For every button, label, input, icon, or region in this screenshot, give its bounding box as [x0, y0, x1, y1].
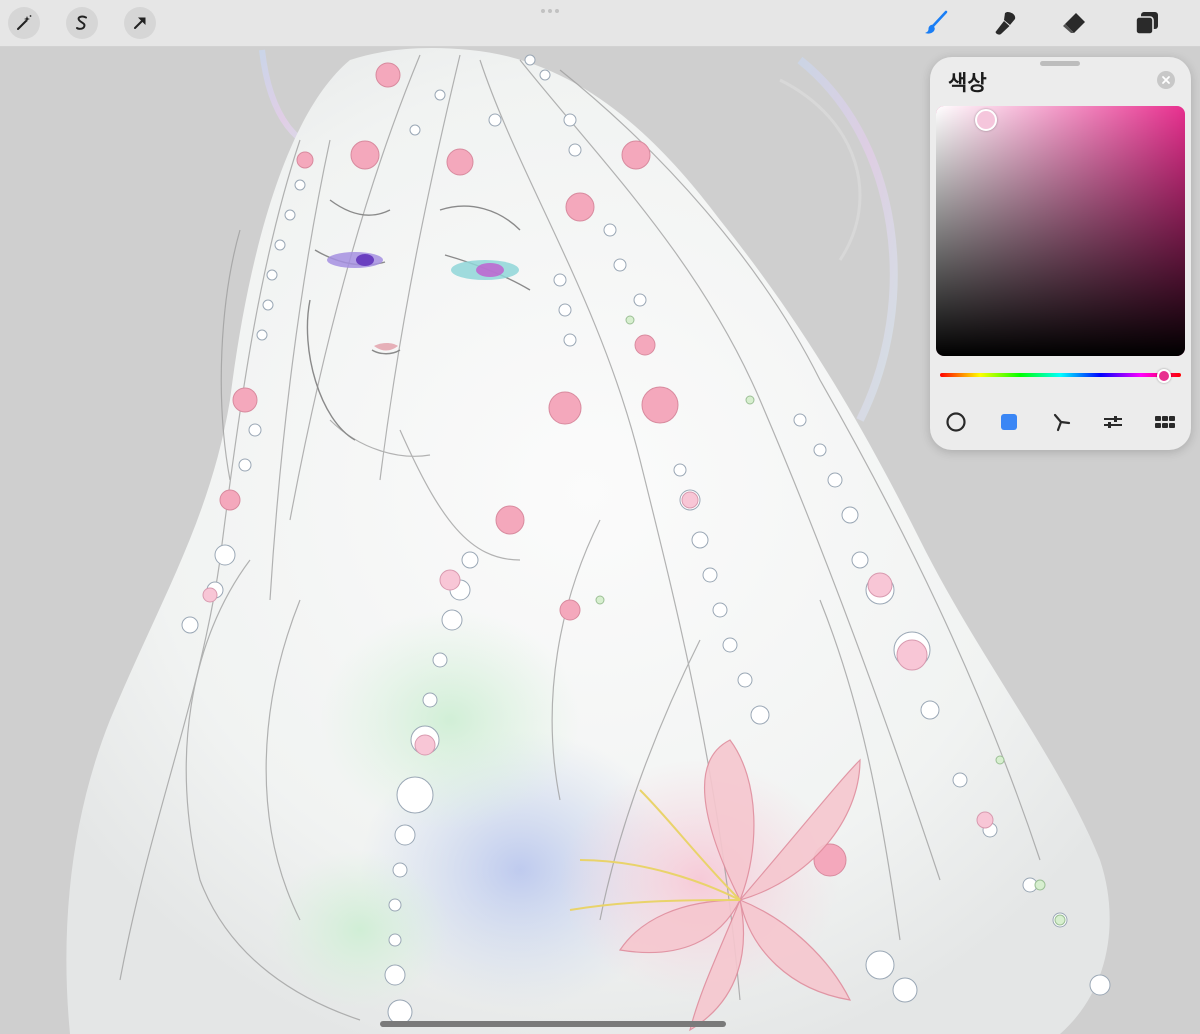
layers-icon — [1135, 12, 1158, 35]
value-mode-icon — [1104, 416, 1122, 428]
layers-button[interactable] — [1130, 6, 1164, 40]
hue-slider-handle[interactable] — [1157, 369, 1172, 383]
tab-harmony[interactable] — [1046, 407, 1076, 437]
top-toolbar — [0, 0, 1200, 47]
adjustments-wand-icon — [17, 15, 32, 30]
saturation-value-picker[interactable] — [936, 106, 1185, 356]
selection-button[interactable] — [66, 7, 98, 39]
brush-icon — [925, 10, 948, 34]
eraser-tool-button[interactable] — [1057, 6, 1091, 40]
selection-s-icon — [76, 15, 87, 30]
panel-title: 색상 — [948, 71, 987, 95]
tab-value[interactable] — [1098, 407, 1128, 437]
adjustments-button[interactable] — [8, 7, 40, 39]
brush-tool-button[interactable] — [919, 6, 953, 40]
toolbar-grabber[interactable] — [541, 9, 559, 13]
tab-palettes[interactable] — [1150, 407, 1180, 437]
color-panel: 색상 — [930, 57, 1191, 450]
hue-slider[interactable] — [940, 373, 1181, 377]
eraser-icon — [1063, 13, 1085, 33]
close-icon — [1162, 76, 1170, 84]
close-button[interactable] — [1157, 71, 1175, 89]
smudge-icon — [995, 12, 1016, 35]
color-picker-handle[interactable] — [974, 108, 997, 131]
home-indicator[interactable] — [380, 1021, 726, 1027]
transform-arrow-icon — [134, 17, 146, 29]
tab-disc[interactable] — [941, 407, 971, 437]
disc-mode-icon — [946, 412, 966, 432]
panel-grabber[interactable] — [1040, 61, 1080, 66]
smudge-tool-button[interactable] — [988, 6, 1022, 40]
palettes-mode-icon — [1155, 416, 1175, 428]
transform-button[interactable] — [124, 7, 156, 39]
tab-classic[interactable] — [994, 407, 1024, 437]
color-mode-tabs — [930, 407, 1191, 437]
classic-mode-icon — [1001, 414, 1017, 430]
harmony-mode-icon — [1053, 413, 1071, 432]
